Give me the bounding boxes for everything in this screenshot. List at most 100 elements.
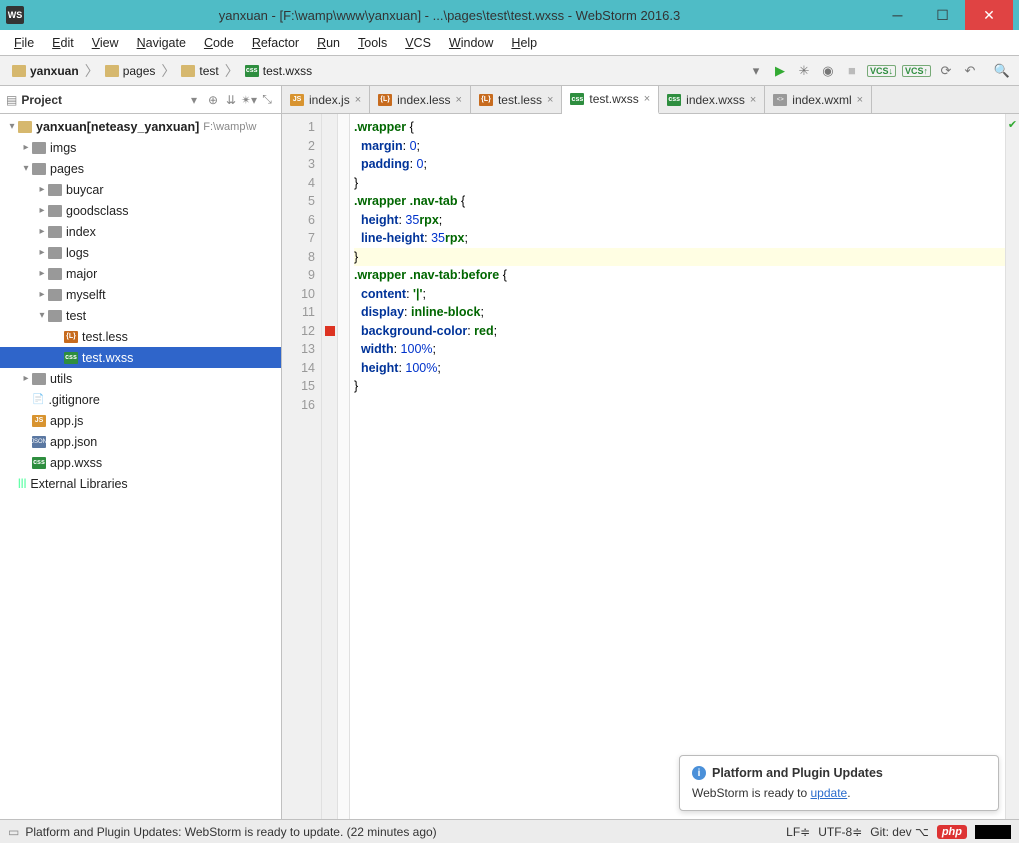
expand-arrow[interactable]: ▸ — [36, 268, 48, 279]
editor-tab[interactable]: {L}test.less× — [471, 86, 562, 113]
project-tree[interactable]: ▾yanxuan [neteasy_yanxuan] F:\wamp\w▸img… — [0, 114, 281, 819]
code-body[interactable]: .wrapper { margin: 0; padding: 0;}.wrapp… — [350, 114, 1005, 819]
tree-item[interactable]: csstest.wxss — [0, 347, 281, 368]
breadcrumb-item[interactable]: pages — [101, 62, 160, 80]
close-button[interactable]: ✕ — [965, 0, 1013, 30]
tree-item[interactable]: JSONapp.json — [0, 431, 281, 452]
code-line[interactable]: } — [354, 174, 1005, 193]
code-line[interactable]: } — [354, 248, 1005, 267]
expand-arrow[interactable]: ▸ — [36, 226, 48, 237]
hide-icon[interactable]: ⤡ — [259, 92, 275, 108]
menu-edit[interactable]: Edit — [46, 34, 80, 52]
update-link[interactable]: update — [811, 786, 848, 800]
menu-run[interactable]: Run — [311, 34, 346, 52]
editor-tab[interactable]: <>index.wxml× — [765, 86, 872, 113]
collapse-icon[interactable]: ⇊ — [223, 92, 239, 108]
tab-label: test.less — [498, 93, 542, 107]
expand-arrow[interactable]: ▸ — [20, 142, 32, 153]
expand-arrow[interactable]: ▸ — [36, 289, 48, 300]
editor-tab[interactable]: {L}index.less× — [370, 86, 471, 113]
tree-item[interactable]: cssapp.wxss — [0, 452, 281, 473]
code-line[interactable]: width: 100%; — [354, 340, 1005, 359]
menu-code[interactable]: Code — [198, 34, 240, 52]
sync-icon[interactable]: ⟳ — [937, 62, 955, 80]
close-tab-icon[interactable]: × — [857, 94, 863, 106]
tree-item[interactable]: ▾test — [0, 305, 281, 326]
debug-icon[interactable]: ✳ — [795, 62, 813, 80]
code-line[interactable]: } — [354, 377, 1005, 396]
expand-arrow[interactable]: ▾ — [20, 163, 32, 174]
code-line[interactable]: .wrapper .nav-tab { — [354, 192, 1005, 211]
expand-arrow[interactable]: ▸ — [36, 205, 48, 216]
tree-item[interactable]: ▸myselft — [0, 284, 281, 305]
minimize-button[interactable]: ─ — [875, 0, 920, 30]
run-config-dropdown[interactable]: ▾ — [747, 62, 765, 80]
code-line[interactable]: margin: 0; — [354, 137, 1005, 156]
tree-item[interactable]: ▸buycar — [0, 179, 281, 200]
expand-arrow[interactable]: ▸ — [20, 373, 32, 384]
code-line[interactable] — [354, 396, 1005, 415]
breadcrumb-item[interactable]: csstest.wxss — [241, 62, 316, 80]
git-branch[interactable]: Git: dev ⌥ — [870, 825, 929, 839]
stop-icon[interactable]: ■ — [843, 62, 861, 80]
code-line[interactable]: content: '|'; — [354, 285, 1005, 304]
breadcrumb-label: test — [199, 64, 218, 78]
panel-title[interactable]: Project — [21, 93, 191, 107]
tree-item[interactable]: ▸index — [0, 221, 281, 242]
search-icon[interactable]: 🔍 — [993, 62, 1011, 80]
expand-arrow[interactable]: ▾ — [36, 310, 48, 321]
code-line[interactable]: display: inline-block; — [354, 303, 1005, 322]
tree-item[interactable]: |||External Libraries — [0, 473, 281, 494]
menu-window[interactable]: Window — [443, 34, 499, 52]
tree-item[interactable]: ▸goodsclass — [0, 200, 281, 221]
close-tab-icon[interactable]: × — [355, 94, 361, 106]
expand-arrow[interactable]: ▾ — [6, 121, 18, 132]
expand-arrow[interactable]: ▸ — [36, 184, 48, 195]
history-icon[interactable]: ↶ — [961, 62, 979, 80]
maximize-button[interactable]: ☐ — [920, 0, 965, 30]
code-line[interactable]: .wrapper { — [354, 118, 1005, 137]
code-line[interactable]: height: 100%; — [354, 359, 1005, 378]
editor-tab[interactable]: csstest.wxss× — [562, 86, 659, 114]
menu-view[interactable]: View — [86, 34, 125, 52]
editor-tab[interactable]: JSindex.js× — [282, 86, 370, 113]
tree-item[interactable]: ▾pages — [0, 158, 281, 179]
menu-help[interactable]: Help — [505, 34, 543, 52]
tree-item[interactable]: ▸imgs — [0, 137, 281, 158]
menu-refactor[interactable]: Refactor — [246, 34, 305, 52]
code-line[interactable]: background-color: red; — [354, 322, 1005, 341]
editor-tab[interactable]: cssindex.wxss× — [659, 86, 765, 113]
encoding[interactable]: UTF-8≑ — [818, 825, 862, 839]
code-line[interactable]: padding: 0; — [354, 155, 1005, 174]
close-tab-icon[interactable]: × — [547, 94, 553, 106]
close-tab-icon[interactable]: × — [456, 94, 462, 106]
tree-item[interactable]: ▸logs — [0, 242, 281, 263]
tree-item[interactable]: ▾yanxuan [neteasy_yanxuan] F:\wamp\w — [0, 116, 281, 137]
error-stripe[interactable]: ✔ — [1005, 114, 1019, 819]
code-line[interactable]: .wrapper .nav-tab:before { — [354, 266, 1005, 285]
menu-tools[interactable]: Tools — [352, 34, 393, 52]
menu-file[interactable]: File — [8, 34, 40, 52]
breadcrumb-item[interactable]: test — [177, 62, 222, 80]
breadcrumb-item[interactable]: yanxuan — [8, 62, 83, 80]
close-tab-icon[interactable]: × — [750, 94, 756, 106]
settings-icon[interactable]: ✴▾ — [241, 92, 257, 108]
vcs-update-icon[interactable]: VCS↓ — [867, 65, 896, 77]
code-line[interactable]: line-height: 35rpx; — [354, 229, 1005, 248]
coverage-icon[interactable]: ◉ — [819, 62, 837, 80]
code-line[interactable]: height: 35rpx; — [354, 211, 1005, 230]
tree-item[interactable]: ▸major — [0, 263, 281, 284]
expand-arrow[interactable]: ▸ — [36, 247, 48, 258]
tree-item[interactable]: JSapp.js — [0, 410, 281, 431]
tree-item[interactable]: {L}test.less — [0, 326, 281, 347]
menu-navigate[interactable]: Navigate — [131, 34, 192, 52]
line-separator[interactable]: LF≑ — [786, 825, 810, 839]
close-tab-icon[interactable]: × — [644, 93, 650, 105]
code-editor[interactable]: 12345678910111213141516 .wrapper { margi… — [282, 114, 1019, 819]
tree-item[interactable]: 📄.gitignore — [0, 389, 281, 410]
tree-item[interactable]: ▸utils — [0, 368, 281, 389]
scroll-from-source-icon[interactable]: ⊕ — [205, 92, 221, 108]
vcs-commit-icon[interactable]: VCS↑ — [902, 65, 931, 77]
run-button[interactable]: ▶ — [771, 62, 789, 80]
menu-vcs[interactable]: VCS — [399, 34, 437, 52]
